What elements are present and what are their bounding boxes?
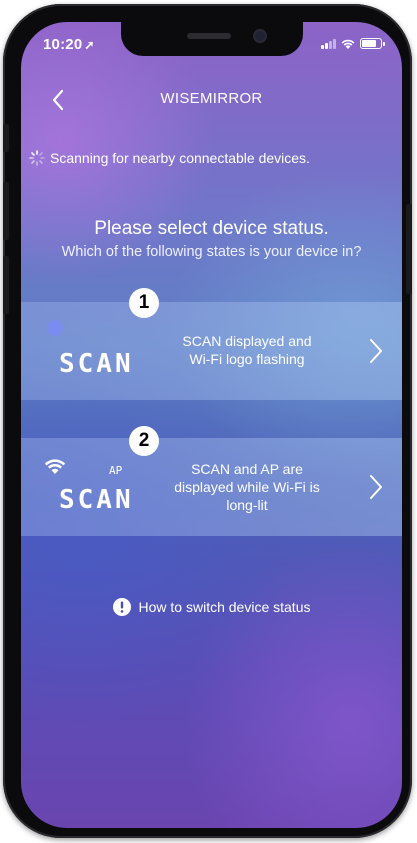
power-button [406,204,412,294]
device-status-option-2[interactable]: AP SCAN SCAN and AP are displayed while … [21,438,402,536]
mute-switch [3,124,9,152]
wifi-icon [44,459,66,474]
option-2-line-2: displayed while Wi-Fi is [174,479,320,495]
info-icon [112,598,131,616]
status-time-text: 10:20 [43,36,83,53]
prompt-subheading: Which of the following states is your de… [61,244,362,260]
location-arrow-icon: ➚ [84,38,95,52]
how-to-switch-link[interactable]: How to switch device status [21,598,402,616]
scanning-text: Scanning for nearby connectable devices. [50,150,310,166]
phone-frame: 10:20 ➚ WISEMIRROR Scanning for nearby c… [3,4,412,838]
option-2-number-badge: 2 [129,426,159,456]
battery-icon [360,38,385,49]
nav-bar: WISEMIRROR [21,84,402,116]
status-time: 10:20 ➚ [43,36,95,53]
speaker-grille [187,33,231,39]
notch [121,22,303,56]
volume-up-button [3,182,9,240]
scan-ap-display-icon: AP SCAN [44,459,134,515]
cellular-signal-icon [321,39,336,49]
wifi-status-icon [341,39,355,49]
front-camera [255,31,265,41]
scanning-status: Scanning for nearby connectable devices. [29,150,310,166]
option-1-line-1: SCAN displayed and [182,333,312,349]
chevron-right-icon [370,475,382,499]
option-1-line-2: Wi-Fi logo flashing [189,351,305,367]
device-status-option-1[interactable]: SCAN SCAN displayed and Wi-Fi logo flash… [21,302,402,400]
option-2-line-3: long-lit [226,497,268,513]
chevron-right-icon [370,339,382,363]
volume-down-button [3,256,9,314]
scan-display-icon: SCAN [47,320,134,379]
option-1-number-badge: 1 [129,288,159,318]
scan-display-text: SCAN [59,349,134,379]
option-1-description: SCAN displayed and Wi-Fi logo flashing [163,332,331,368]
how-to-switch-label: How to switch device status [138,599,311,615]
screen: 10:20 ➚ WISEMIRROR Scanning for nearby c… [21,22,402,828]
prompt-heading: Please select device status. [94,218,329,239]
option-2-description: SCAN and AP are displayed while Wi-Fi is… [163,460,331,514]
status-icons [321,38,385,49]
ap-display-text: AP [109,464,123,477]
option-2-line-1: SCAN and AP are [191,461,303,477]
spinner-icon [29,150,45,166]
page-title: WISEMIRROR [160,90,263,107]
flashing-indicator-dot [47,320,63,336]
scan-display-text: SCAN [59,485,134,515]
